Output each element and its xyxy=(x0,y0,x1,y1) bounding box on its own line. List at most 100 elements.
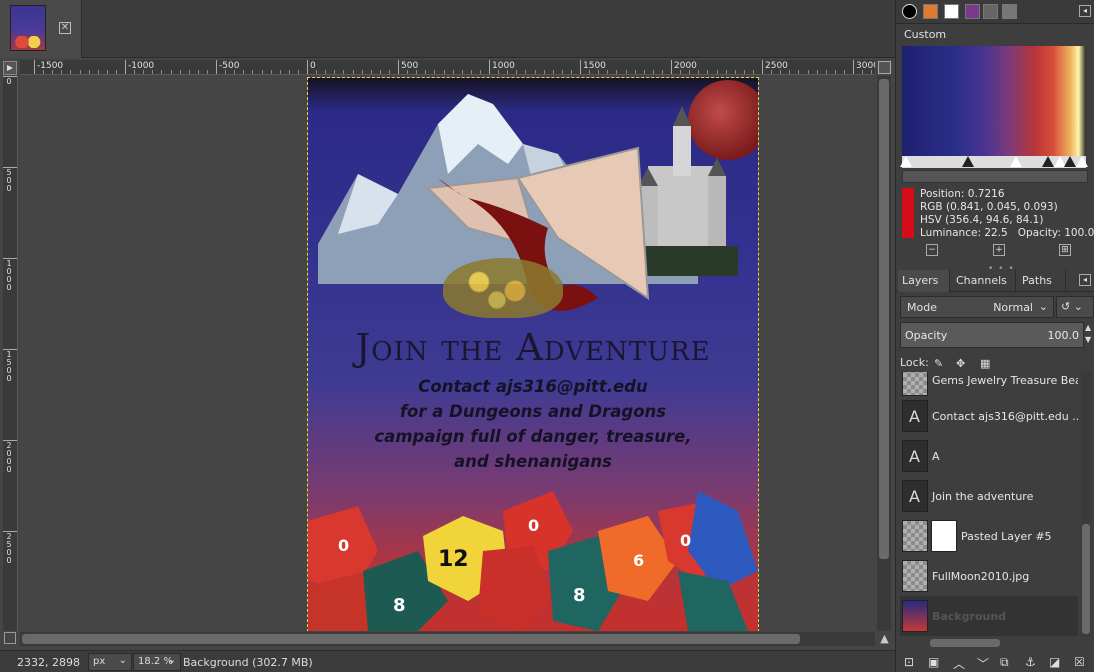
gradient-tab-icon[interactable] xyxy=(1002,4,1017,19)
gimp-window: ✕ -1500 -1000 -500 0 500 1000 1500 2000 2500 300 0… xyxy=(0,0,1094,672)
lock-position-icon[interactable]: ✥ xyxy=(956,357,965,370)
canvas-area[interactable]: Join the Adventure Contact ajs316@pitt.e… xyxy=(20,76,875,631)
gradient-preview[interactable] xyxy=(902,46,1086,156)
ruler-minor-tick xyxy=(552,70,554,74)
vertical-ruler[interactable]: 0 500 1000 1500 2000 2500 xyxy=(3,76,18,631)
tab-menu-icon[interactable]: ◂ xyxy=(1079,274,1091,286)
gradient-stop-handle[interactable] xyxy=(900,156,912,167)
zoom-all-icon[interactable]: ⊞ xyxy=(1059,244,1071,256)
layer-row[interactable]: Pasted Layer #5 xyxy=(900,516,1078,556)
dice-image: 12 0 8 0 6 8 0 xyxy=(308,491,758,631)
gradient-stop-handle[interactable] xyxy=(1064,156,1076,167)
scroll-thumb[interactable] xyxy=(930,639,1000,647)
ruler-tick: -1500 xyxy=(34,60,63,74)
lock-pixels-icon[interactable]: ✎ xyxy=(934,357,943,370)
gradient-stop-handle[interactable] xyxy=(1042,156,1054,167)
text-layer-icon xyxy=(902,440,928,472)
gradient-stops-bar[interactable] xyxy=(900,156,1088,168)
layer-row[interactable]: A xyxy=(900,436,1078,476)
svg-text:6: 6 xyxy=(633,551,644,570)
ruler-minor-tick xyxy=(534,70,536,74)
patterns-tab-icon[interactable] xyxy=(923,4,938,19)
new-group-icon[interactable]: ▣ xyxy=(928,655,939,669)
fonts-tab-icon[interactable] xyxy=(944,4,959,19)
tab-paths[interactable]: Paths xyxy=(1018,270,1066,292)
svg-text:0: 0 xyxy=(680,531,691,550)
zoom-select[interactable]: 18.2 % ⌄ xyxy=(133,653,181,671)
ruler-minor-tick xyxy=(825,70,827,74)
layer-row[interactable]: Join the adventure xyxy=(900,476,1078,516)
ruler-minor-tick xyxy=(752,70,754,74)
zoom-in-icon[interactable]: + xyxy=(993,244,1005,256)
ruler-minor-tick xyxy=(843,70,845,74)
gradient-scrollbar[interactable] xyxy=(902,170,1088,183)
raise-layer-icon[interactable]: ︿ xyxy=(953,655,965,672)
close-icon[interactable]: ✕ xyxy=(59,22,71,34)
tab-channels[interactable]: Channels xyxy=(952,270,1016,292)
zoom-fit-icon[interactable] xyxy=(878,61,891,74)
lock-alpha-icon[interactable]: ▦ xyxy=(980,357,990,370)
document-history-tab-icon[interactable] xyxy=(965,4,980,19)
layer-row[interactable]: FullMoon2010.jpg xyxy=(900,556,1078,596)
scroll-thumb[interactable] xyxy=(1082,524,1090,634)
unit-select[interactable]: px ⌄ xyxy=(88,653,132,671)
anchor-layer-icon[interactable]: ⚓ xyxy=(1025,655,1036,669)
opacity-spinner[interactable]: ▲ ▼ xyxy=(1085,322,1094,348)
luminance-readout: Luminance: 22.5 xyxy=(920,227,1008,239)
layer-mask-thumbnail[interactable] xyxy=(931,520,957,552)
layers-horizontal-scrollbar[interactable] xyxy=(900,637,1078,649)
layer-mode-select[interactable]: Mode Normal ⌄ xyxy=(900,296,1054,318)
vertical-scrollbar[interactable] xyxy=(877,76,891,631)
delete-layer-icon[interactable]: ☒ xyxy=(1074,655,1085,669)
ruler-label: 0 xyxy=(6,77,12,86)
ruler-minor-tick xyxy=(97,70,99,74)
gradient-stop-handle[interactable] xyxy=(962,156,974,167)
navigate-icon[interactable]: ▲ xyxy=(878,632,891,645)
ruler-minor-tick xyxy=(789,70,791,74)
layer-row[interactable]: Contact ajs316@pitt.edu ... xyxy=(900,396,1078,436)
poster-image[interactable]: Join the Adventure Contact ajs316@pitt.e… xyxy=(307,77,759,631)
tab-menu-icon[interactable]: ◂ xyxy=(1079,5,1091,17)
duplicate-layer-icon[interactable]: ⧉ xyxy=(1000,655,1009,670)
templates-tab-icon[interactable] xyxy=(983,4,998,19)
new-layer-icon[interactable]: ⊡ xyxy=(904,655,914,669)
zoom-out-icon[interactable]: − xyxy=(926,244,938,256)
gradient-stop-handle[interactable] xyxy=(1010,156,1022,167)
ruler-minor-tick xyxy=(188,70,190,74)
active-layer-info: Background (302.7 MB) xyxy=(183,656,313,669)
image-thumbnail[interactable] xyxy=(10,5,46,51)
ruler-minor-tick xyxy=(698,70,700,74)
quick-mask-icon[interactable] xyxy=(4,632,16,644)
ruler-minor-tick xyxy=(525,70,527,74)
layer-name: FullMoon2010.jpg xyxy=(932,570,1030,583)
stop-color-swatch[interactable] xyxy=(902,188,914,238)
ruler-minor-tick xyxy=(507,70,509,74)
lower-layer-icon[interactable]: ﹀ xyxy=(977,655,989,672)
layers-vertical-scrollbar[interactable] xyxy=(1081,372,1091,637)
horizontal-ruler[interactable]: -1500 -1000 -500 0 500 1000 1500 2000 2500 3000 xyxy=(20,60,875,75)
ruler-minor-tick xyxy=(288,70,290,74)
brushes-tab-icon[interactable] xyxy=(902,4,917,19)
scroll-thumb[interactable] xyxy=(22,634,800,644)
ruler-minor-tick xyxy=(434,70,436,74)
ruler-minor-tick xyxy=(407,70,409,74)
layer-name: Gems Jewelry Treasure Beads xyxy=(932,374,1078,387)
horizontal-scrollbar[interactable] xyxy=(20,632,875,646)
add-mask-icon[interactable]: ◪ xyxy=(1049,655,1060,669)
poster-line: campaign full of danger, treasure, xyxy=(374,427,692,446)
gradient-stop-handle[interactable] xyxy=(1076,156,1088,167)
tab-layers[interactable]: Layers xyxy=(898,270,950,292)
opacity-value: 100.0 xyxy=(1047,329,1080,342)
ruler-tick: 1000 xyxy=(489,60,515,74)
composite-mode-button[interactable]: ↺ ⌄ xyxy=(1056,296,1094,318)
layers-list[interactable]: Gems Jewelry Treasure Beads Contact ajs3… xyxy=(900,372,1078,637)
image-tab[interactable]: ✕ xyxy=(0,0,82,58)
ruler-tick: 2500 xyxy=(762,60,788,74)
scroll-thumb[interactable] xyxy=(879,79,889,559)
layer-thumbnail xyxy=(902,520,928,552)
quick-mask-toggle[interactable] xyxy=(3,61,17,75)
layer-row-selected[interactable]: Background xyxy=(900,596,1078,636)
ruler-minor-tick xyxy=(225,70,227,74)
ruler-minor-tick xyxy=(334,70,336,74)
opacity-slider[interactable]: Opacity 100.0 xyxy=(900,322,1084,348)
